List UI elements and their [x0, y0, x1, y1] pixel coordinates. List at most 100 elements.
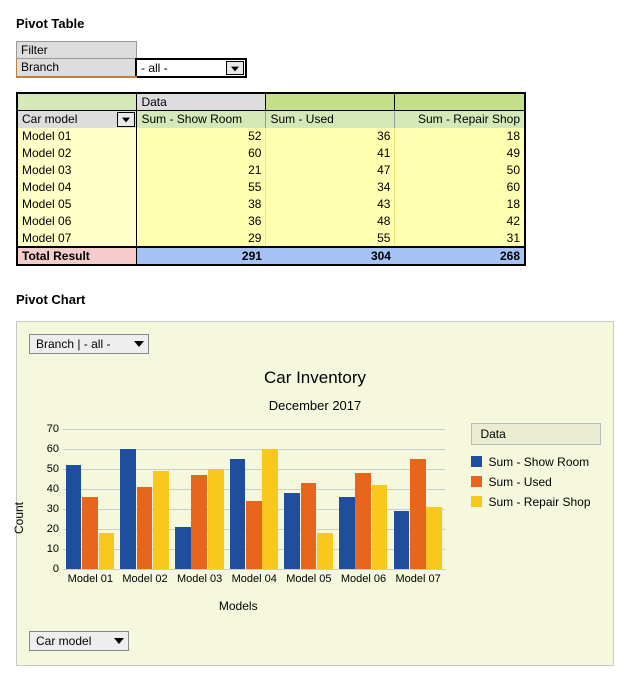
- filter-value-text: - all -: [141, 61, 168, 75]
- chart-bar: [426, 507, 442, 569]
- pivot-cell: 36: [137, 213, 266, 230]
- pivot-dim-header[interactable]: Car model: [18, 111, 137, 128]
- table-row: Model 02604149: [18, 145, 524, 162]
- table-row: Model 04553460: [18, 179, 524, 196]
- chart-legend: Data Sum - Show RoomSum - UsedSum - Repa…: [471, 423, 601, 515]
- chart-x-axis-label: Models: [219, 599, 258, 613]
- pivot-total-value: 268: [395, 247, 524, 264]
- pivot-total-value: 304: [266, 247, 395, 264]
- chart-filter-combo[interactable]: Branch | - all -: [29, 334, 149, 354]
- chart-bar: [372, 485, 388, 569]
- pivot-cell: 21: [137, 162, 266, 179]
- table-row: Model 06364842: [18, 213, 524, 230]
- chevron-down-icon: [231, 61, 239, 75]
- legend-swatch: [471, 476, 482, 487]
- pivot-cell: 55: [137, 179, 266, 196]
- pivot-corner: [18, 94, 137, 111]
- chart-bar: [301, 483, 317, 569]
- pivot-cell: 48: [266, 213, 395, 230]
- pivot-total-value: 291: [137, 247, 266, 264]
- pivot-chart-title: Pivot Chart: [16, 292, 616, 307]
- filter-table: Filter Branch - all -: [16, 41, 247, 78]
- chart-plot-area: Count 010203040506070Model 01Model 02Mod…: [29, 423, 447, 613]
- chart-bar: [66, 465, 82, 569]
- y-tick-label: 0: [41, 563, 59, 575]
- pivot-dim-dropdown[interactable]: [117, 112, 135, 127]
- x-tick-label: Model 07: [396, 569, 441, 585]
- chart-panel: Branch | - all - Car Inventory December …: [16, 321, 614, 666]
- pivot-cell: 43: [266, 196, 395, 213]
- legend-item: Sum - Used: [471, 475, 601, 489]
- pivot-row-label: Model 02: [18, 145, 137, 162]
- y-tick-label: 50: [41, 463, 59, 475]
- dropdown-button[interactable]: [226, 61, 244, 75]
- grid-line: [63, 429, 445, 430]
- table-row: Model 07295531: [18, 230, 524, 247]
- legend-item: Sum - Repair Shop: [471, 495, 601, 509]
- chart-bar: [191, 475, 207, 569]
- chart-bar: [99, 533, 115, 569]
- pivot-cell: 31: [395, 230, 524, 247]
- pivot-cell: 34: [266, 179, 395, 196]
- x-tick-label: Model 03: [177, 569, 222, 585]
- pivot-col-header: Sum - Used: [266, 111, 395, 128]
- chart-bar: [262, 449, 278, 569]
- legend-label: Sum - Repair Shop: [488, 495, 590, 509]
- chart-bar: [230, 459, 246, 569]
- y-tick-label: 60: [41, 443, 59, 455]
- chart-dim-combo[interactable]: Car model: [29, 631, 129, 651]
- pivot-cell: 50: [395, 162, 524, 179]
- chart-bar: [82, 497, 98, 569]
- x-tick-label: Model 05: [286, 569, 331, 585]
- y-tick-label: 30: [41, 503, 59, 515]
- pivot-cell: 60: [137, 145, 266, 162]
- legend-swatch: [471, 456, 482, 467]
- pivot-cell: 55: [266, 230, 395, 247]
- legend-label: Sum - Used: [488, 475, 551, 489]
- y-tick-label: 10: [41, 543, 59, 555]
- table-row: Model 03214750: [18, 162, 524, 179]
- pivot-row-label: Model 06: [18, 213, 137, 230]
- pivot-table: Data Car model Sum - Show Room Sum - Use…: [16, 92, 526, 266]
- pivot-cell: 38: [137, 196, 266, 213]
- y-tick-label: 70: [41, 423, 59, 435]
- pivot-row-label: Model 03: [18, 162, 137, 179]
- pivot-cell: 60: [395, 179, 524, 196]
- pivot-row-label: Model 01: [18, 128, 137, 145]
- table-row: Model 01523618: [18, 128, 524, 145]
- pivot-cell: 49: [395, 145, 524, 162]
- chart-bar: [137, 487, 153, 569]
- pivot-cell: 18: [395, 196, 524, 213]
- chart-bar: [317, 533, 333, 569]
- chart-bar: [246, 501, 262, 569]
- pivot-header-spacer: [395, 94, 524, 111]
- chart-bar: [394, 511, 410, 569]
- pivot-row-label: Model 05: [18, 196, 137, 213]
- chart-bar: [208, 469, 224, 569]
- chevron-down-icon: [134, 340, 144, 347]
- pivot-col-header: Sum - Show Room: [137, 111, 266, 128]
- pivot-total-label: Total Result: [18, 247, 137, 264]
- filter-value-dropdown[interactable]: - all -: [136, 59, 246, 77]
- legend-swatch: [471, 496, 482, 507]
- chart-bar: [339, 497, 355, 569]
- chart-filter-combo-label: Branch | - all -: [36, 337, 110, 351]
- chevron-down-icon: [114, 637, 124, 644]
- chart-y-axis-label: Count: [12, 501, 26, 533]
- filter-field-label: Branch: [17, 59, 137, 77]
- chart-main-title: Car Inventory: [29, 368, 601, 388]
- legend-label: Sum - Show Room: [488, 455, 589, 469]
- pivot-dim-label: Car model: [22, 112, 77, 126]
- pivot-col-header: Sum - Repair Shop: [395, 111, 524, 128]
- pivot-cell: 47: [266, 162, 395, 179]
- chevron-down-icon: [122, 112, 130, 126]
- x-tick-label: Model 04: [232, 569, 277, 585]
- y-tick-label: 40: [41, 483, 59, 495]
- chart-subtitle: December 2017: [29, 398, 601, 413]
- x-tick-label: Model 02: [122, 569, 167, 585]
- pivot-cell: 42: [395, 213, 524, 230]
- filter-header: Filter: [17, 42, 137, 59]
- pivot-cell: 18: [395, 128, 524, 145]
- pivot-cell: 29: [137, 230, 266, 247]
- pivot-row-label: Model 07: [18, 230, 137, 247]
